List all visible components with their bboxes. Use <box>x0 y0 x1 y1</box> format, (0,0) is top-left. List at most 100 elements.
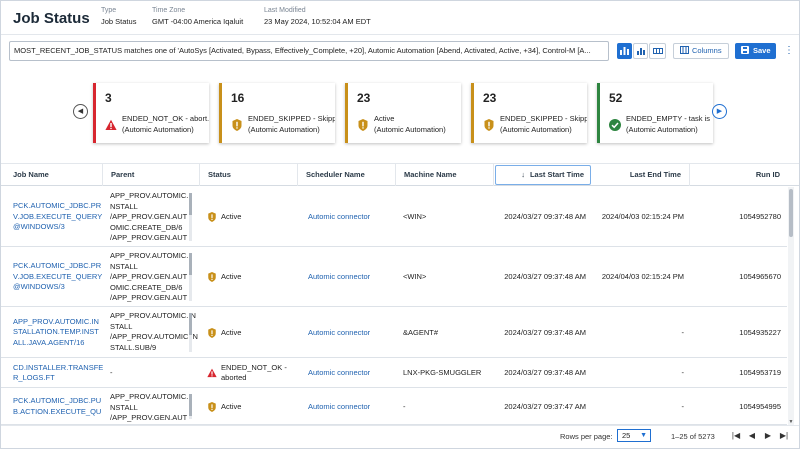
column-header-machine-name[interactable]: Machine Name <box>396 164 494 186</box>
column-header-scheduler-name[interactable]: Scheduler Name <box>298 164 396 186</box>
parent-cell-scrollbar-thumb[interactable] <box>189 253 192 275</box>
job-name-line: PCK.AUTOMIC_JDBC.PR <box>13 201 102 210</box>
parent-cell-scrollbar[interactable] <box>189 253 192 301</box>
parent-cell-scrollbar-thumb[interactable] <box>189 394 192 416</box>
machine-name-cell: - <box>403 401 406 411</box>
scheduler-link[interactable]: Automic connector <box>308 368 370 379</box>
parent-cell-scrollbar[interactable] <box>189 394 192 419</box>
column-header-last-end-time[interactable]: Last End Time <box>592 164 690 186</box>
status-line: Active <box>221 212 242 221</box>
parent-line: /APP_PROV.GEN.AUT <box>110 233 188 242</box>
chevron-right-icon: ▶ <box>716 108 723 115</box>
parent-cell-scrollbar[interactable] <box>189 193 192 241</box>
status-cell: Active <box>221 328 241 339</box>
column-header-job-name[interactable]: Job Name <box>5 164 103 186</box>
table-row[interactable]: CD.INSTALLER.TRANSFE R_LOGS.FT - ENDED_NOT_… <box>1 358 787 388</box>
parent-line: STALL <box>110 321 133 331</box>
status-cell: Active <box>221 212 241 223</box>
status-card-scheduler: (Automic Automation) <box>374 125 446 134</box>
job-name-line: STALLATION.TEMP.INST <box>13 327 99 336</box>
parent-line: /APP_PROV.GEN.AUT <box>110 272 188 281</box>
table-scrollbar[interactable]: ▼ <box>788 187 794 425</box>
status-card-scheduler: (Automic Automation) <box>500 125 572 134</box>
meta-timezone: Time Zone GMT -04:00 America Iqaluit <box>152 7 243 26</box>
status-card[interactable]: 3 ENDED_NOT_OK - abort... (Automic Automat… <box>93 83 209 143</box>
warning-shield-icon <box>207 212 217 226</box>
parent-cell-scrollbar[interactable] <box>189 313 192 352</box>
parent-line: - <box>110 368 113 377</box>
job-name-line: V.JOB.EXECUTE_QUERY <box>13 271 103 281</box>
next-page-icon[interactable]: ▶ <box>763 431 773 440</box>
save-icon <box>741 46 749 54</box>
parent-line: NSTALL <box>110 201 138 211</box>
meta-type-value: Job Status <box>101 17 137 26</box>
bar-chart-view-button[interactable] <box>617 43 632 59</box>
parent-line: /APP_PROV.AUTOMIC.IN <box>110 332 198 341</box>
parent-line: /APP_PROV.GEN.AUT <box>110 293 188 302</box>
scheduler-link[interactable]: Automic connector <box>308 272 370 283</box>
job-name-line: V.JOB.EXECUTE_QUERY <box>13 211 103 221</box>
job-name-line: @WINDOWS/3 <box>13 282 65 291</box>
parent-line: APP_PROV.AUTOMIC.I <box>110 251 191 260</box>
scheduler-link[interactable]: Automic connector <box>308 328 370 339</box>
column-header-status[interactable]: Status <box>200 164 298 186</box>
filter-input[interactable]: MOST_RECENT_JOB_STATUS matches one of 'A… <box>9 41 609 61</box>
status-cell: Active <box>221 272 241 283</box>
table-row[interactable]: APP_PROV.AUTOMIC.IN STALLATION.TEMP.INST A… <box>1 307 787 358</box>
column-header-run-id[interactable]: Run ID <box>690 164 788 186</box>
meta-last-modified-key: Last Modified <box>264 7 306 14</box>
meta-last-modified: Last Modified 23 May 2024, 10:52:04 AM E… <box>264 7 371 26</box>
rows-per-page-select[interactable]: 25 ▼ <box>617 429 651 442</box>
column-header-parent[interactable]: Parent <box>103 164 200 186</box>
last-page-icon[interactable]: ▶| <box>779 431 789 440</box>
table-scrollbar-thumb[interactable] <box>789 189 793 237</box>
table-row[interactable]: PCK.AUTOMIC_JDBC.PU B.ACTION.EXECUTE_QU AP… <box>1 388 787 425</box>
prev-page-icon[interactable]: ◀ <box>747 431 757 440</box>
last-start-time-cell: 2024/03/27 09:37:48 AM <box>504 368 586 377</box>
job-name-link[interactable]: APP_PROV.AUTOMIC.IN STALLATION.TEMP.INST A… <box>13 317 99 349</box>
column-header-last-start-time[interactable]: ↓ Last Start Time <box>495 165 591 185</box>
save-label: Save <box>753 46 771 55</box>
column-header-last-start-time-label: Last Start Time <box>529 170 584 179</box>
job-name-line: CD.INSTALLER.TRANSFE <box>13 362 104 372</box>
job-name-link[interactable]: PCK.AUTOMIC_JDBC.PU B.ACTION.EXECUTE_QU <box>13 396 101 417</box>
warning-shield-icon <box>357 119 369 131</box>
run-id-cell: 1054953719 <box>739 368 781 377</box>
chart-view-button[interactable] <box>633 43 648 59</box>
columns-icon <box>680 46 689 54</box>
job-name-link[interactable]: CD.INSTALLER.TRANSFE R_LOGS.FT <box>13 363 103 384</box>
carousel-prev-button[interactable]: ◀ <box>73 104 88 119</box>
parent-cell-scrollbar-thumb[interactable] <box>189 193 192 215</box>
job-name-link[interactable]: PCK.AUTOMIC_JDBC.PR V.JOB.EXECUTE_QUERY @W… <box>13 201 102 233</box>
error-triangle-icon <box>105 119 117 131</box>
status-card[interactable]: 52 ENDED_EMPTY - task is (Automic Automati… <box>597 83 713 143</box>
first-page-icon[interactable]: |◀ <box>731 431 741 440</box>
warning-shield-icon <box>231 119 243 131</box>
carousel-next-button[interactable]: ▶ <box>712 104 727 119</box>
status-card-label: ENDED_SKIPPED - Skipp... (Automic Automat… <box>248 113 335 135</box>
scheduler-link[interactable]: Automic connector <box>308 212 370 223</box>
table-row[interactable]: PCK.AUTOMIC_JDBC.PR V.JOB.EXECUTE_QUERY @W… <box>1 187 787 247</box>
columns-button[interactable]: Columns <box>673 43 729 59</box>
status-card-status: ENDED_SKIPPED - Skipp... <box>248 114 335 123</box>
table-view-button[interactable] <box>649 43 666 59</box>
status-card[interactable]: 23 ENDED_SKIPPED - Skipp... (Automic Autom… <box>471 83 587 143</box>
run-id-cell: 1054965670 <box>739 272 781 281</box>
status-card-label: Active (Automic Automation) <box>374 113 446 135</box>
run-id-cell: 1054935227 <box>739 327 781 337</box>
last-start-time-cell: 2024/03/27 09:37:48 AM <box>504 272 586 281</box>
table-row[interactable]: PCK.AUTOMIC_JDBC.PR V.JOB.EXECUTE_QUERY @W… <box>1 247 787 307</box>
status-card[interactable]: 23 Active (Automic Automation) <box>345 83 461 143</box>
job-name-line: B.ACTION.EXECUTE_QU <box>13 406 102 416</box>
save-button[interactable]: Save <box>735 43 776 59</box>
parent-cell-scrollbar-thumb[interactable] <box>189 313 192 335</box>
scheduler-link[interactable]: Automic connector <box>308 402 370 413</box>
status-card[interactable]: 16 ENDED_SKIPPED - Skipp... (Automic Autom… <box>219 83 335 143</box>
sort-desc-icon: ↓ <box>521 170 525 179</box>
job-name-link[interactable]: PCK.AUTOMIC_JDBC.PR V.JOB.EXECUTE_QUERY @W… <box>13 261 102 293</box>
rows-per-page-label: Rows per page: <box>560 432 613 441</box>
more-options-icon[interactable]: ⋮ <box>784 43 794 59</box>
status-cell: ENDED_NOT_OK - aborted <box>221 363 287 384</box>
status-card-count: 23 <box>357 91 371 105</box>
warning-shield-icon <box>207 401 217 416</box>
